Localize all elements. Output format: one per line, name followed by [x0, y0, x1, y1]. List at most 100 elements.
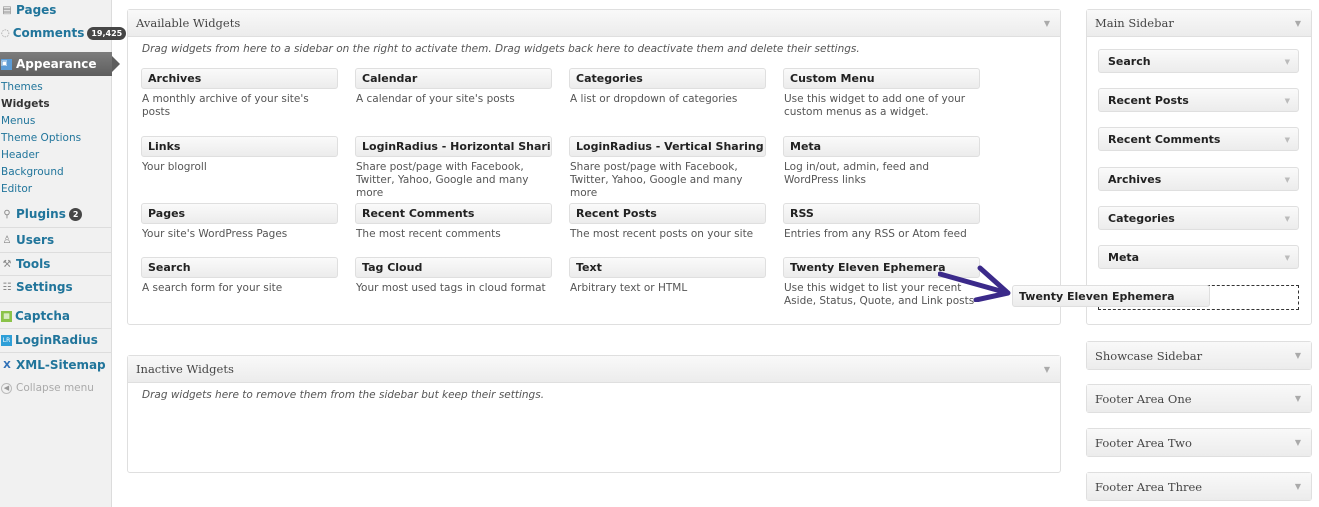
menu-captcha[interactable]: ▦ Captcha	[0, 305, 112, 327]
inactive-widgets-description: Drag widgets here to remove them from th…	[142, 389, 545, 401]
menu-xml-sitemap[interactable]: X XML-Sitemap	[0, 354, 112, 376]
widget-title[interactable]: Custom Menu	[783, 68, 980, 89]
widget-description: Share post/page with Facebook, Twitter, …	[356, 161, 529, 199]
sidebar-widget-title: Archives	[1108, 172, 1162, 186]
submenu-background[interactable]: Background	[1, 164, 64, 181]
submenu-menus[interactable]: Menus	[1, 113, 35, 130]
footer-area-two-header[interactable]: Footer Area Two ▼	[1087, 429, 1311, 456]
widget-description: Entries from any RSS or Atom feed	[784, 228, 967, 240]
captcha-icon: ▦	[1, 310, 12, 322]
widget-title[interactable]: Links	[141, 136, 338, 157]
sidebar-widget-recent-comments[interactable]: Recent Comments ▼	[1098, 127, 1299, 151]
widget-links[interactable]: Links Your blogroll	[141, 136, 338, 174]
toggle-arrow-icon[interactable]: ▼	[1044, 365, 1050, 374]
widget-text[interactable]: Text Arbitrary text or HTML	[569, 257, 766, 295]
menu-users[interactable]: ♙ Users	[0, 229, 112, 251]
toggle-arrow-icon[interactable]: ▼	[1295, 482, 1301, 491]
sidebar-widget-meta[interactable]: Meta ▼	[1098, 245, 1299, 269]
expand-arrow-icon[interactable]: ▼	[1285, 215, 1290, 223]
menu-plugins[interactable]: ⚲ Plugins 2	[0, 203, 112, 225]
widget-description: A monthly archive of your site's posts	[142, 93, 309, 118]
widget-title[interactable]: Recent Comments	[355, 203, 552, 224]
sidebar-widget-archives[interactable]: Archives ▼	[1098, 167, 1299, 191]
widget-pages[interactable]: Pages Your site's WordPress Pages	[141, 203, 338, 241]
menu-settings[interactable]: ☷ Settings	[0, 276, 112, 298]
widget-recent-comments[interactable]: Recent Comments The most recent comments	[355, 203, 552, 241]
sidebar-widget-search[interactable]: Search ▼	[1098, 49, 1299, 73]
menu-comments-label: Comments	[12, 26, 85, 40]
toggle-arrow-icon[interactable]: ▼	[1295, 438, 1301, 447]
sidebar-widget-recent-posts[interactable]: Recent Posts ▼	[1098, 88, 1299, 112]
menu-appearance-label: Appearance	[16, 57, 97, 71]
expand-arrow-icon[interactable]: ▼	[1285, 136, 1290, 144]
submenu-themes[interactable]: Themes	[1, 79, 43, 96]
showcase-sidebar-panel[interactable]: Showcase Sidebar ▼	[1086, 341, 1312, 370]
widget-title[interactable]: LoginRadius - Vertical Sharing	[569, 136, 766, 157]
widget-search[interactable]: Search A search form for your site	[141, 257, 338, 295]
widget-loginradius-vertical[interactable]: LoginRadius - Vertical Sharing Share pos…	[569, 136, 766, 200]
toggle-arrow-icon[interactable]: ▼	[1295, 351, 1301, 360]
menu-pages[interactable]: ▤ Pages	[0, 0, 112, 21]
widget-recent-posts[interactable]: Recent Posts The most recent posts on yo…	[569, 203, 766, 241]
widget-title[interactable]: Archives	[141, 68, 338, 89]
collapse-menu-button[interactable]: ◀ Collapse menu	[1, 382, 94, 394]
widget-categories[interactable]: Categories A list or dropdown of categor…	[569, 68, 766, 106]
footer-area-one-title: Footer Area One	[1095, 391, 1192, 406]
expand-arrow-icon[interactable]: ▼	[1285, 176, 1290, 184]
pages-icon: ▤	[2, 4, 12, 16]
widget-title[interactable]: Calendar	[355, 68, 552, 89]
toggle-arrow-icon[interactable]: ▼	[1044, 19, 1050, 28]
footer-area-one-panel[interactable]: Footer Area One ▼	[1086, 384, 1312, 413]
widget-archives[interactable]: Archives A monthly archive of your site'…	[141, 68, 338, 119]
toggle-arrow-icon[interactable]: ▼	[1295, 394, 1301, 403]
menu-comments[interactable]: ◌ Comments 19,425	[0, 22, 127, 44]
main-sidebar-header[interactable]: Main Sidebar ▼	[1087, 10, 1311, 37]
menu-captcha-label: Captcha	[15, 309, 70, 323]
widget-calendar[interactable]: Calendar A calendar of your site's posts	[355, 68, 552, 106]
menu-settings-label: Settings	[16, 280, 73, 294]
expand-arrow-icon[interactable]: ▼	[1285, 97, 1290, 105]
sidebar-widget-title: Search	[1108, 54, 1151, 68]
widget-title[interactable]: Tag Cloud	[355, 257, 552, 278]
dragging-widget-twenty-eleven-ephemera[interactable]: Twenty Eleven Ephemera	[1012, 285, 1210, 307]
widget-description: Your blogroll	[142, 161, 207, 173]
widget-title[interactable]: Recent Posts	[569, 203, 766, 224]
widget-description: Your site's WordPress Pages	[142, 228, 288, 240]
expand-arrow-icon[interactable]: ▼	[1285, 254, 1290, 262]
expand-arrow-icon[interactable]: ▼	[1285, 58, 1290, 66]
widget-title[interactable]: Categories	[569, 68, 766, 89]
inactive-widgets-header[interactable]: Inactive Widgets ▼	[128, 356, 1060, 383]
widget-custom-menu[interactable]: Custom Menu Use this widget to add one o…	[783, 68, 980, 119]
widget-tag-cloud[interactable]: Tag Cloud Your most used tags in cloud f…	[355, 257, 552, 295]
submenu-header[interactable]: Header	[1, 147, 39, 164]
footer-area-one-header[interactable]: Footer Area One ▼	[1087, 385, 1311, 412]
widget-meta[interactable]: Meta Log in/out, admin, feed and WordPre…	[783, 136, 980, 187]
menu-tools[interactable]: ⚒ Tools	[0, 253, 112, 275]
sidebar-widget-categories[interactable]: Categories ▼	[1098, 206, 1299, 230]
menu-loginradius[interactable]: LR LoginRadius	[0, 329, 112, 351]
submenu-widgets[interactable]: Widgets	[1, 96, 50, 113]
widget-title[interactable]: Meta	[783, 136, 980, 157]
widget-title[interactable]: LoginRadius - Horizontal Sharing	[355, 136, 552, 157]
toggle-arrow-icon[interactable]: ▼	[1295, 19, 1301, 28]
footer-area-three-header[interactable]: Footer Area Three ▼	[1087, 473, 1311, 500]
widget-rss[interactable]: RSS Entries from any RSS or Atom feed	[783, 203, 980, 241]
comments-count-badge: 19,425	[87, 26, 127, 40]
widget-loginradius-horizontal[interactable]: LoginRadius - Horizontal Sharing Share p…	[355, 136, 552, 200]
appearance-icon: ▣	[1, 58, 12, 70]
widget-title[interactable]: Search	[141, 257, 338, 278]
inactive-widgets-panel[interactable]: Inactive Widgets ▼ Drag widgets here to …	[127, 355, 1061, 473]
widget-title[interactable]: Pages	[141, 203, 338, 224]
footer-area-two-panel[interactable]: Footer Area Two ▼	[1086, 428, 1312, 457]
current-arrow-icon	[112, 56, 120, 72]
footer-area-three-panel[interactable]: Footer Area Three ▼	[1086, 472, 1312, 501]
menu-appearance[interactable]: ▣ Appearance	[0, 52, 120, 76]
available-widgets-header[interactable]: Available Widgets ▼	[128, 10, 1060, 37]
widget-title[interactable]: RSS	[783, 203, 980, 224]
widget-title[interactable]: Text	[569, 257, 766, 278]
collapse-menu-label: Collapse menu	[16, 382, 94, 394]
submenu-theme-options[interactable]: Theme Options	[1, 130, 81, 147]
showcase-sidebar-header[interactable]: Showcase Sidebar ▼	[1087, 342, 1311, 369]
widget-description: A list or dropdown of categories	[570, 93, 738, 105]
submenu-editor[interactable]: Editor	[1, 181, 32, 198]
